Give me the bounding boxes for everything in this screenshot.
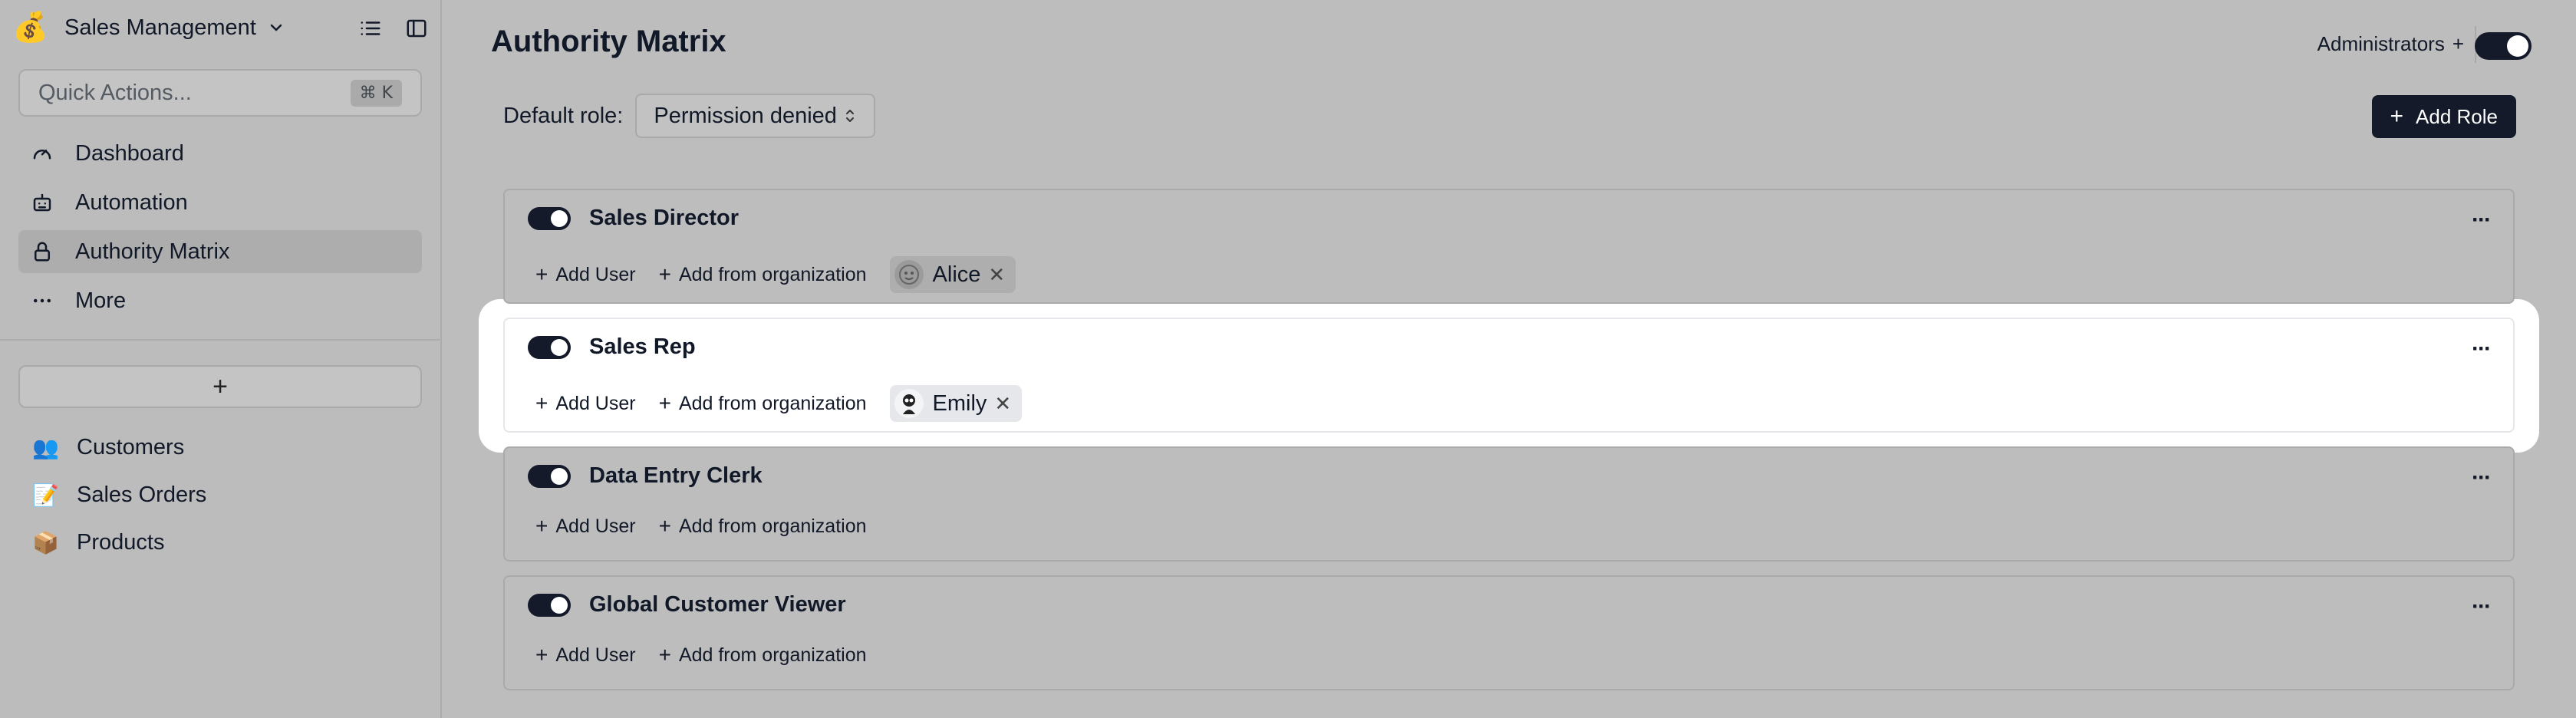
gauge-icon <box>33 150 51 160</box>
more-options-icon[interactable]: ··· <box>2472 207 2492 233</box>
sidebar-item-more[interactable]: More <box>18 279 422 322</box>
role-enabled-toggle[interactable] <box>528 464 571 488</box>
quick-actions-placeholder: Quick Actions... <box>38 80 192 105</box>
sidebar-item-automation[interactable]: Automation <box>18 181 422 224</box>
sidebar-item-label: Dashboard <box>75 140 184 166</box>
plus-icon: + <box>535 514 548 538</box>
default-role-row: Default role: Permission denied <box>503 94 875 138</box>
matrix-enabled-toggle[interactable] <box>2475 32 2532 60</box>
user-name: Alice <box>932 262 981 287</box>
role-card: Data Entry Clerk ··· + Add User + Add from… <box>503 446 2515 562</box>
sidebar-item-customers[interactable]: 👥 Customers <box>18 423 422 471</box>
more-horizontal-icon <box>34 298 51 303</box>
role-enabled-toggle[interactable] <box>528 593 571 617</box>
sidebar-item-label: More <box>75 288 127 313</box>
sidebar-item-authority-matrix[interactable]: Authority Matrix <box>18 230 422 273</box>
chevron-up-down-icon <box>845 110 854 122</box>
package-icon: 📦 <box>32 530 59 555</box>
add-user-label: Add User <box>555 644 636 666</box>
shortcut-badge: ⌘ K <box>350 79 402 107</box>
role-name: Sales Director <box>589 206 740 230</box>
add-user-button[interactable]: + Add User <box>535 514 636 538</box>
remove-user-icon[interactable]: ✕ <box>994 392 1011 416</box>
app-name[interactable]: Sales Management <box>64 15 256 41</box>
avatar <box>894 389 924 418</box>
more-options-icon[interactable]: ··· <box>2472 336 2492 362</box>
lock-icon <box>35 242 50 262</box>
role-name: Data Entry Clerk <box>589 463 763 488</box>
app-header: 💰 Sales Management <box>12 8 428 48</box>
money-bag-icon: 💰 <box>12 12 49 44</box>
add-from-org-label: Add from organization <box>678 515 867 537</box>
sidebar-item-label: Products <box>77 529 165 555</box>
add-user-button[interactable]: + Add User <box>535 391 636 416</box>
sidebar-nav: Dashboard Automation Authority Matrix Mo… <box>18 132 422 328</box>
sidebar-item-sales-orders[interactable]: 📝 Sales Orders <box>18 471 422 519</box>
user-chip: Emily ✕ <box>889 385 1023 422</box>
robot-icon <box>33 193 51 212</box>
add-table-button[interactable]: + <box>18 365 422 408</box>
plus-icon: + <box>2452 32 2464 55</box>
add-from-organization-button[interactable]: + Add from organization <box>659 391 867 416</box>
plus-icon: + <box>658 643 671 667</box>
add-user-button[interactable]: + Add User <box>535 643 636 667</box>
add-role-label: Add Role <box>2416 104 2498 128</box>
add-from-organization-button[interactable]: + Add from organization <box>659 262 867 287</box>
add-role-button[interactable]: + Add Role <box>2371 95 2516 138</box>
role-name: Sales Rep <box>589 334 696 359</box>
sidebar-item-label: Sales Orders <box>77 482 207 507</box>
user-chip: Alice ✕ <box>889 256 1016 293</box>
plus-icon: + <box>2390 104 2404 129</box>
user-name: Emily <box>932 390 987 416</box>
sidebar-divider <box>0 339 442 341</box>
add-user-label: Add User <box>555 515 636 537</box>
role-card: Global Customer Viewer ··· + Add User + Ad… <box>503 575 2515 690</box>
plus-icon: + <box>535 643 548 667</box>
plus-icon: + <box>658 514 671 538</box>
default-role-label: Default role: <box>503 103 624 128</box>
default-role-value: Permission denied <box>654 103 837 128</box>
more-options-icon[interactable]: ··· <box>2472 465 2492 491</box>
sidebar-item-dashboard[interactable]: Dashboard <box>18 132 422 175</box>
more-options-icon[interactable]: ··· <box>2472 594 2492 620</box>
role-enabled-toggle[interactable] <box>528 335 571 359</box>
table-list: 👥 Customers 📝 Sales Orders 📦 Products <box>18 423 422 566</box>
role-card: Sales Rep ··· + Add User + Add from organi… <box>503 318 2515 433</box>
add-user-label: Add User <box>555 392 636 414</box>
memo-icon: 📝 <box>32 483 59 507</box>
sidebar-item-label: Customers <box>77 434 185 459</box>
administrators-button[interactable]: Administrators + <box>2317 32 2464 56</box>
add-from-org-label: Add from organization <box>678 644 867 666</box>
quick-actions-search[interactable]: Quick Actions... ⌘ K <box>18 69 422 117</box>
add-from-org-label: Add from organization <box>678 263 867 285</box>
main-content: Authority Matrix Administrators + Defaul… <box>443 0 2576 718</box>
default-role-select[interactable]: Permission denied <box>635 94 875 138</box>
remove-user-icon[interactable]: ✕ <box>988 263 1005 287</box>
chevron-down-icon[interactable] <box>267 18 285 37</box>
page-title: Authority Matrix <box>491 25 726 58</box>
add-from-organization-button[interactable]: + Add from organization <box>659 514 867 538</box>
people-icon: 👥 <box>32 435 59 459</box>
plus-icon: + <box>535 262 548 286</box>
plus-icon: + <box>658 391 671 415</box>
role-name: Global Customer Viewer <box>589 592 846 617</box>
role-card: Sales Director ··· + Add User + Add from o… <box>503 189 2515 304</box>
sidebar-toggle-icon[interactable] <box>405 17 428 40</box>
avatar <box>894 260 924 289</box>
role-enabled-toggle[interactable] <box>528 206 571 230</box>
sidebar-item-products[interactable]: 📦 Products <box>18 519 422 566</box>
add-from-organization-button[interactable]: + Add from organization <box>659 643 867 667</box>
sidebar: 💰 Sales Management Quick Actions... ⌘ K … <box>0 0 442 718</box>
administrators-label: Administrators <box>2317 32 2445 55</box>
sidebar-item-label: Automation <box>75 189 188 215</box>
add-from-org-label: Add from organization <box>678 392 867 414</box>
add-user-label: Add User <box>555 263 636 285</box>
sidebar-item-label: Authority Matrix <box>75 239 230 264</box>
plus-icon: + <box>535 391 548 415</box>
add-user-button[interactable]: + Add User <box>535 262 636 287</box>
plus-icon: + <box>658 262 671 286</box>
list-icon[interactable] <box>359 17 382 40</box>
